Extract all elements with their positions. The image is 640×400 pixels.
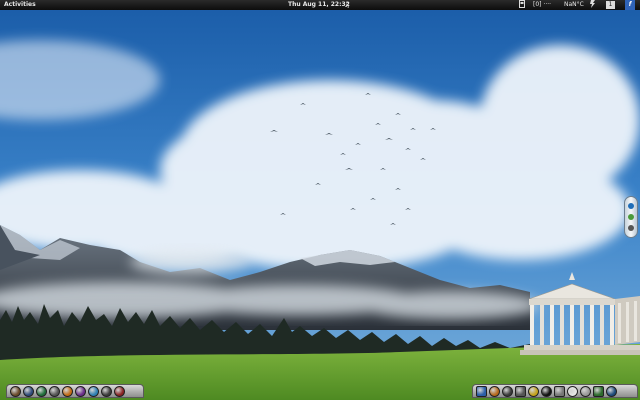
app-launcher-a-icon[interactable] bbox=[476, 385, 487, 397]
app-launcher-i-icon[interactable] bbox=[580, 385, 591, 397]
desktop[interactable]: Activities Thu Aug 11, 22:32 ♫ [0] ···· … bbox=[0, 0, 640, 400]
side-widget[interactable] bbox=[624, 196, 638, 238]
right-dock bbox=[472, 384, 638, 398]
app-launcher-1-icon[interactable] bbox=[10, 385, 21, 397]
app-launcher-4-icon[interactable] bbox=[49, 385, 60, 397]
app-launcher-g-icon[interactable] bbox=[554, 385, 565, 397]
desktop-wallpaper bbox=[0, 0, 640, 400]
app-launcher-7-icon[interactable] bbox=[88, 385, 99, 397]
widget-dot-middle bbox=[628, 214, 634, 220]
activities-button[interactable]: Activities bbox=[4, 0, 36, 10]
music-note-icon[interactable]: ♫ bbox=[344, 0, 350, 10]
app-launcher-k-icon[interactable] bbox=[606, 385, 617, 397]
weather-indicator[interactable]: NaN°C bbox=[564, 0, 584, 10]
app-launcher-9-icon[interactable] bbox=[114, 385, 125, 397]
app-launcher-j-icon[interactable] bbox=[593, 385, 604, 397]
network-indicator[interactable]: [0] ···· bbox=[533, 0, 551, 10]
power-icon[interactable] bbox=[590, 0, 596, 12]
app-launcher-b-icon[interactable] bbox=[489, 385, 500, 397]
workspace-indicator[interactable]: 1 bbox=[606, 1, 615, 9]
app-launcher-h-icon[interactable] bbox=[567, 385, 578, 397]
top-panel: Activities Thu Aug 11, 22:32 ♫ [0] ···· … bbox=[0, 0, 640, 10]
app-launcher-2-icon[interactable] bbox=[23, 385, 34, 397]
workspace-switcher-icon[interactable] bbox=[519, 0, 525, 12]
app-launcher-8-icon[interactable] bbox=[101, 385, 112, 397]
app-launcher-e-icon[interactable] bbox=[528, 385, 539, 397]
app-launcher-c-icon[interactable] bbox=[502, 385, 513, 397]
left-dock bbox=[6, 384, 144, 398]
app-launcher-d-icon[interactable] bbox=[515, 385, 526, 397]
clock[interactable]: Thu Aug 11, 22:32 bbox=[288, 0, 350, 10]
app-launcher-6-icon[interactable] bbox=[75, 385, 86, 397]
app-launcher-3-icon[interactable] bbox=[36, 385, 47, 397]
widget-dot-top bbox=[628, 203, 634, 209]
widget-dot-bottom bbox=[628, 225, 634, 231]
user-icon[interactable]: f bbox=[625, 0, 635, 10]
app-launcher-f-icon[interactable] bbox=[541, 385, 552, 397]
app-launcher-5-icon[interactable] bbox=[62, 385, 73, 397]
